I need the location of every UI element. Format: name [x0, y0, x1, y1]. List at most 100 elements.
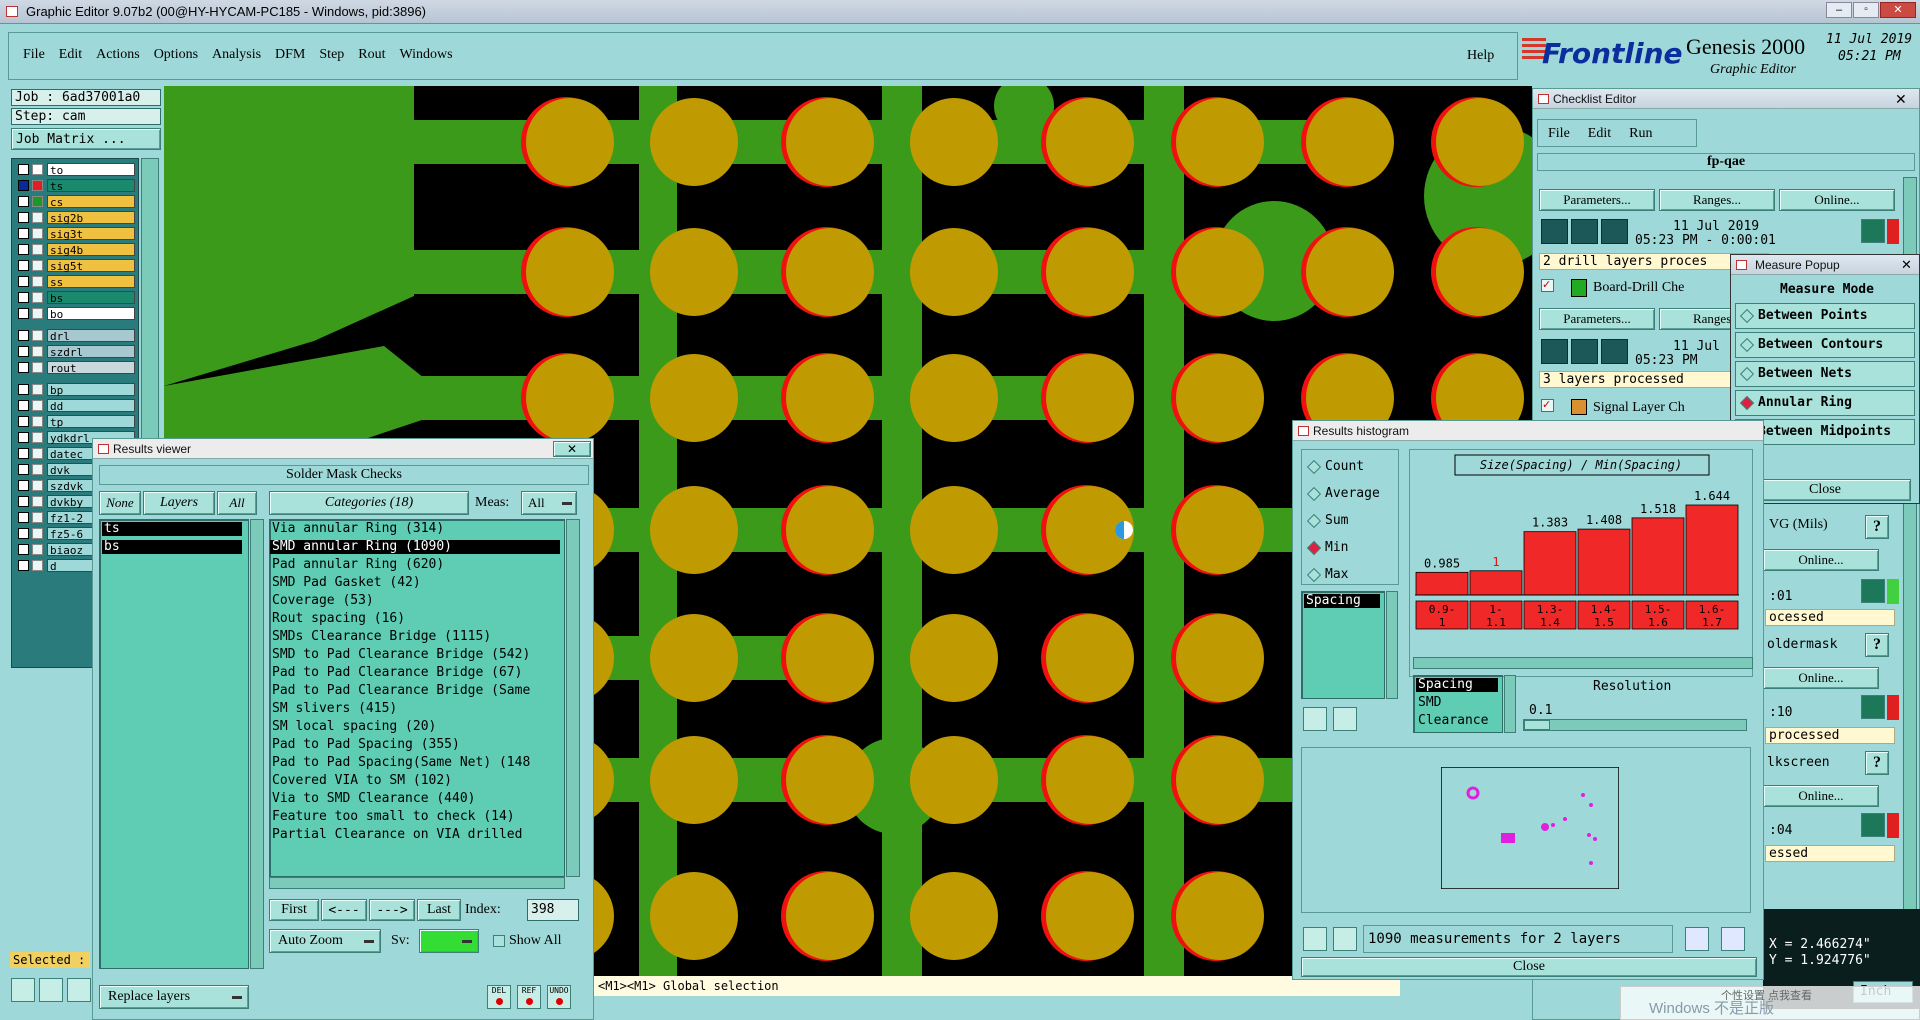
pad[interactable] — [1046, 98, 1134, 186]
checklist-menu-run[interactable]: Run — [1629, 126, 1652, 142]
ref-button[interactable]: REF — [517, 985, 541, 1009]
pad[interactable] — [526, 228, 614, 316]
histogram-bar[interactable] — [1523, 531, 1577, 596]
help-icon[interactable]: ? — [1865, 633, 1889, 657]
category-item[interactable]: Pad to Pad Spacing(Same Net) (148 — [270, 756, 560, 770]
pad[interactable] — [1176, 354, 1264, 442]
histogram-bar[interactable] — [1631, 517, 1685, 596]
category-item[interactable]: Partial Clearance on VIA drilled — [270, 828, 560, 842]
next-button[interactable]: ---> — [369, 899, 415, 921]
replace-layers-dropdown[interactable]: Replace layers — [99, 985, 249, 1009]
layer-checkbox[interactable] — [18, 244, 29, 255]
layer-checkbox[interactable] — [18, 480, 29, 491]
layer-checkbox[interactable] — [18, 464, 29, 475]
type-item[interactable]: SMD — [1416, 696, 1498, 710]
stat-label[interactable]: Count — [1325, 459, 1364, 474]
check-name-2[interactable]: Signal Layer Ch — [1593, 400, 1685, 416]
pad[interactable] — [786, 486, 874, 574]
minimize-button[interactable]: – — [1826, 2, 1852, 18]
layer-row[interactable]: dd — [16, 399, 136, 413]
online-button-5[interactable]: Online... — [1763, 785, 1879, 807]
category-item[interactable]: Coverage (53) — [270, 594, 560, 608]
pad[interactable] — [1046, 736, 1134, 824]
index-input[interactable]: 398 — [527, 899, 579, 921]
layers-button[interactable]: Layers — [143, 491, 215, 515]
zoom-tool-icon[interactable] — [67, 978, 91, 1002]
maximize-button[interactable]: ▫ — [1853, 2, 1879, 18]
pad[interactable] — [1176, 736, 1264, 824]
pad[interactable] — [910, 872, 998, 960]
layers-none-button[interactable]: None — [99, 491, 141, 515]
menu-step[interactable]: Step — [319, 47, 344, 67]
chart-hscrollbar[interactable] — [1413, 657, 1753, 669]
checklist-menu-file[interactable]: File — [1548, 126, 1570, 142]
layer-checkbox[interactable] — [18, 164, 29, 175]
layer-row[interactable]: sig2b — [16, 211, 136, 225]
layer-row[interactable]: bo — [16, 307, 136, 321]
run-check-icon[interactable] — [1601, 339, 1628, 364]
histogram-chart[interactable]: Size(Spacing) / Min(Spacing)0.9850.9-111… — [1409, 449, 1753, 655]
category-item[interactable]: Feature too small to check (14) — [270, 810, 560, 824]
parameters-button-1[interactable]: Parameters... — [1539, 189, 1655, 211]
run-check-icon[interactable] — [1571, 339, 1598, 364]
metric-list-scrollbar[interactable] — [1386, 591, 1398, 699]
pad[interactable] — [1436, 228, 1524, 316]
category-item[interactable]: SM slivers (415) — [270, 702, 560, 716]
layer-checkbox[interactable] — [18, 400, 29, 411]
category-item[interactable]: Covered VIA to SM (102) — [270, 774, 560, 788]
stat-label[interactable]: Sum — [1325, 513, 1348, 528]
layer-checkbox[interactable] — [18, 180, 29, 191]
check-enabled-checkbox[interactable]: ✓ — [1541, 399, 1554, 412]
menu-file[interactable]: File — [23, 47, 45, 67]
pad[interactable] — [1176, 98, 1264, 186]
pad[interactable] — [1046, 614, 1134, 702]
category-item[interactable]: Pad to Pad Clearance Bridge (Same — [270, 684, 560, 698]
menu-analysis[interactable]: Analysis — [212, 47, 261, 67]
measure-mode-option[interactable]: Between Contours — [1735, 332, 1915, 358]
zoom-mode-dropdown[interactable]: Auto Zoom — [269, 929, 381, 953]
layer-result-list[interactable]: ts bs — [99, 519, 249, 969]
menu-windows[interactable]: Windows — [400, 47, 453, 67]
online-button-1[interactable]: Online... — [1779, 189, 1895, 211]
category-item[interactable]: Via annular Ring (314) — [270, 522, 560, 536]
category-item[interactable]: Pad to Pad Spacing (355) — [270, 738, 560, 752]
layer-row[interactable]: sig5t — [16, 259, 136, 273]
layer-checkbox[interactable] — [18, 330, 29, 341]
pad[interactable] — [910, 486, 998, 574]
report-icon[interactable] — [1721, 927, 1745, 951]
export-icon[interactable] — [1685, 927, 1709, 951]
menu-edit[interactable]: Edit — [59, 47, 82, 67]
histogram-bar[interactable] — [1577, 528, 1631, 596]
first-button[interactable]: First — [269, 899, 319, 921]
metric-item[interactable]: Spacing — [1304, 594, 1380, 608]
pad[interactable] — [786, 736, 874, 824]
selection-tool-icon[interactable] — [11, 978, 35, 1002]
results-viewer-close-button[interactable]: ✕ — [553, 441, 591, 457]
layer-checkbox[interactable] — [18, 292, 29, 303]
histogram-bar[interactable] — [1685, 504, 1739, 596]
layer-checkbox[interactable] — [18, 528, 29, 539]
delete-icon[interactable] — [1303, 927, 1327, 951]
pad[interactable] — [1306, 98, 1394, 186]
pad[interactable] — [1436, 98, 1524, 186]
run-check-icon[interactable] — [1601, 219, 1628, 244]
category-item[interactable]: SM local spacing (20) — [270, 720, 560, 734]
layer-checkbox[interactable] — [18, 196, 29, 207]
type-list[interactable]: Spacing SMD Clearance — [1413, 675, 1503, 733]
layer-row[interactable]: to — [16, 163, 136, 177]
layer-checkbox[interactable] — [18, 308, 29, 319]
show-all-checkbox[interactable] — [493, 935, 505, 947]
mini-map[interactable] — [1441, 767, 1619, 889]
category-hscrollbar[interactable] — [269, 877, 565, 889]
layer-row[interactable]: rout — [16, 361, 136, 375]
measure-mode-option[interactable]: Annular Ring — [1735, 390, 1915, 416]
pad[interactable] — [786, 98, 874, 186]
run-check-icon[interactable] — [1541, 339, 1568, 364]
pad[interactable] — [910, 614, 998, 702]
pad[interactable] — [1176, 486, 1264, 574]
pad[interactable] — [786, 228, 874, 316]
category-item[interactable]: SMDs Clearance Bridge (1115) — [270, 630, 560, 644]
layer-row[interactable]: cs — [16, 195, 136, 209]
menu-rout[interactable]: Rout — [358, 47, 385, 67]
layer-row[interactable]: ts — [16, 179, 136, 193]
